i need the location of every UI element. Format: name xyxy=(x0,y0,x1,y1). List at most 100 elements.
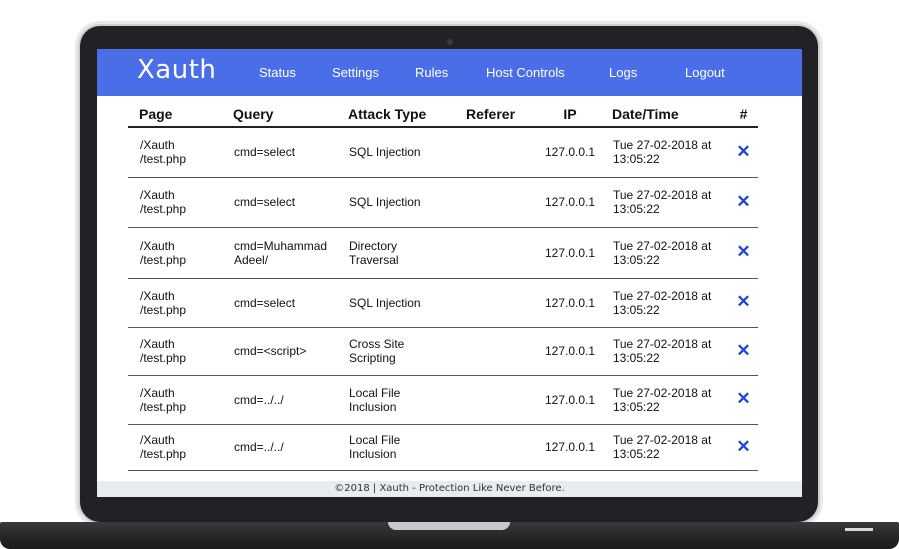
close-icon[interactable]: ✕ xyxy=(736,437,750,456)
cell-date-time-line-1: Tue 27-02-2018 at xyxy=(613,337,712,351)
attack-log-table: Page Query Attack Type Referer IP Date/T… xyxy=(128,101,758,471)
cell-page-line-1: /Xauth xyxy=(140,385,175,400)
cell-page: /Xauth/test.php xyxy=(128,327,222,376)
cell-attack-type-line-1: Cross Site xyxy=(349,337,405,351)
cell-page-line-1: /Xauth xyxy=(140,138,175,153)
cell-date-time-line-1: Tue 27-02-2018 at xyxy=(613,188,712,202)
cell-page: /Xauth/test.php xyxy=(128,375,222,425)
cell-referer xyxy=(455,424,539,471)
cell-query: cmd=Muhammad Adeel/ xyxy=(222,227,337,279)
cell-referer xyxy=(455,375,539,425)
cell-page-line-1: /Xauth xyxy=(140,433,175,447)
cell-query: cmd=../../ xyxy=(222,375,337,425)
cell-referer xyxy=(455,278,539,328)
header-attack-type: Attack Type xyxy=(337,101,455,128)
cell-attack-type-line-1: SQL Injection xyxy=(349,295,421,310)
close-icon[interactable]: ✕ xyxy=(736,341,750,360)
cell-query: cmd=select xyxy=(222,177,337,228)
cell-query: cmd=select xyxy=(222,278,337,328)
cell-referer xyxy=(455,127,539,178)
close-icon[interactable]: ✕ xyxy=(736,242,750,261)
cell-date-time: Tue 27-02-2018 at 13:05:22 xyxy=(601,424,729,471)
cell-page: /Xauth/test.php xyxy=(128,177,222,228)
cell-delete: ✕ xyxy=(729,375,758,425)
cell-date-time: Tue 27-02-2018 at 13:05:22 xyxy=(601,227,729,279)
cell-page-line-1: /Xauth xyxy=(140,288,175,303)
cell-page: /Xauth/test.php xyxy=(128,127,222,178)
header-ip: IP xyxy=(539,101,601,128)
footer: ©2018 | Xauth - Protection Like Never Be… xyxy=(97,481,802,497)
table-row: /Xauth/test.php cmd=../../ Local File Inclu… xyxy=(128,375,758,425)
cell-page-line-1: /Xauth xyxy=(140,188,175,202)
cell-query-line-1: cmd=select xyxy=(234,295,296,310)
nav-status[interactable]: Status xyxy=(259,65,296,80)
cell-delete: ✕ xyxy=(729,127,758,178)
nav-logs[interactable]: Logs xyxy=(609,65,637,80)
cell-query: cmd=../../ xyxy=(222,424,337,471)
cell-date-time-line-2: 13:05:22 xyxy=(613,399,660,414)
cell-date-time-line-1: Tue 27-02-2018 at xyxy=(613,385,712,400)
cell-attack-type-line-2: Inclusion xyxy=(349,447,397,461)
cell-page-line-1: /Xauth xyxy=(140,337,175,351)
brand-logo[interactable]: Xauth xyxy=(137,55,216,85)
nav-settings[interactable]: Settings xyxy=(332,65,379,80)
cell-page-line-1: /Xauth xyxy=(140,238,175,253)
cell-date-time-line-1: Tue 27-02-2018 at xyxy=(613,288,712,303)
close-icon[interactable]: ✕ xyxy=(736,142,750,161)
cell-query-line-1: cmd=../../ xyxy=(234,392,284,407)
cell-attack-type-line-1: Local File xyxy=(349,385,401,400)
table-header-row: Page Query Attack Type Referer IP Date/T… xyxy=(128,101,758,128)
cell-date-time-line-1: Tue 27-02-2018 at xyxy=(613,238,712,253)
cell-page-line-2: /test.php xyxy=(140,302,187,317)
table-row: /Xauth/test.php cmd=select SQL Injection 12… xyxy=(128,278,758,328)
cell-date-time: Tue 27-02-2018 at 13:05:22 xyxy=(601,375,729,425)
cell-referer xyxy=(455,227,539,279)
cell-query-line-1: cmd=../../ xyxy=(234,440,284,454)
laptop-slot xyxy=(845,528,873,531)
close-icon[interactable]: ✕ xyxy=(736,292,750,311)
table-row: /Xauth/test.php cmd=select SQL Injection 12… xyxy=(128,127,758,178)
cell-attack-type-line-2: Scripting xyxy=(349,351,396,365)
nav-host-controls[interactable]: Host Controls xyxy=(486,65,565,80)
cell-attack-type: SQL Injection xyxy=(337,177,455,228)
cell-date-time: Tue 27-02-2018 at 13:05:22 xyxy=(601,127,729,178)
nav-rules[interactable]: Rules xyxy=(415,65,448,80)
screen: Xauth Status Settings Rules Host Control… xyxy=(97,49,802,497)
cell-attack-type-line-1: SQL Injection xyxy=(349,145,421,160)
nav-logout[interactable]: Logout xyxy=(685,65,725,80)
cell-query: cmd=select xyxy=(222,127,337,178)
close-icon[interactable]: ✕ xyxy=(736,192,750,211)
cell-ip: 127.0.0.1 xyxy=(539,177,601,228)
cell-date-time-line-2: 13:05:22 xyxy=(613,302,660,317)
header-date-time: Date/Time xyxy=(601,101,729,128)
cell-attack-type-line-1: Local File xyxy=(349,433,401,447)
cell-query: cmd=<script> xyxy=(222,327,337,376)
header-page: Page xyxy=(128,101,222,128)
laptop-notch xyxy=(388,522,510,530)
cell-date-time: Tue 27-02-2018 at 13:05:22 xyxy=(601,327,729,376)
cell-ip: 127.0.0.1 xyxy=(539,227,601,279)
cell-ip: 127.0.0.1 xyxy=(539,327,601,376)
cell-ip: 127.0.0.1 xyxy=(539,424,601,471)
cell-delete: ✕ xyxy=(729,278,758,328)
cell-date-time: Tue 27-02-2018 at 13:05:22 xyxy=(601,278,729,328)
cell-date-time: Tue 27-02-2018 at 13:05:22 xyxy=(601,177,729,228)
cell-referer xyxy=(455,177,539,228)
cell-page: /Xauth/test.php xyxy=(128,424,222,471)
cell-attack-type-line-1: Directory xyxy=(349,238,398,253)
cell-date-time-line-2: 13:05:22 xyxy=(613,152,660,167)
cell-delete: ✕ xyxy=(729,227,758,279)
cell-page-line-2: /test.php xyxy=(140,152,187,167)
cell-attack-type: SQL Injection xyxy=(337,278,455,328)
cell-ip: 127.0.0.1 xyxy=(539,278,601,328)
close-icon[interactable]: ✕ xyxy=(736,389,750,408)
cell-page-line-2: /test.php xyxy=(140,399,187,414)
cell-page-line-2: /test.php xyxy=(140,252,187,267)
table-row: /Xauth/test.php cmd=../../ Local File Inclu… xyxy=(128,424,758,471)
cell-attack-type-line-1: SQL Injection xyxy=(349,195,421,209)
cell-page: /Xauth/test.php xyxy=(128,278,222,328)
header-referer: Referer xyxy=(455,101,539,128)
cell-query-line-1: cmd=select xyxy=(234,145,296,160)
header-query: Query xyxy=(222,101,337,128)
cell-date-time-line-2: 13:05:22 xyxy=(613,202,660,216)
